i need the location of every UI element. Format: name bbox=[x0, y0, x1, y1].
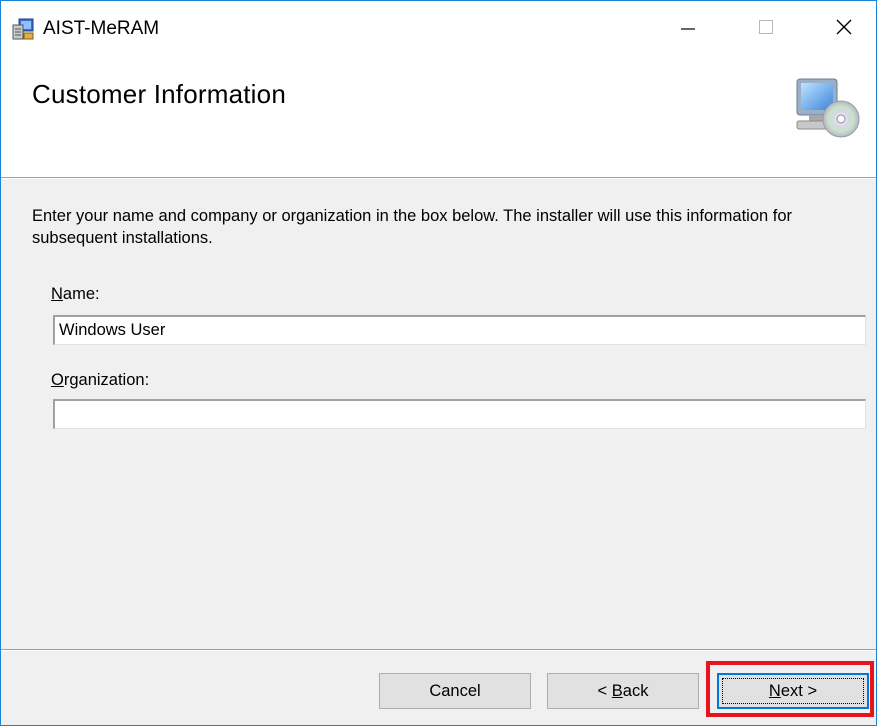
installer-window: AIST-MeRAM Customer Information Enter yo… bbox=[0, 0, 877, 726]
cancel-button[interactable]: Cancel bbox=[379, 673, 531, 709]
window-title: AIST-MeRAM bbox=[43, 18, 160, 39]
name-label-text: ame: bbox=[62, 285, 100, 303]
back-button-label: ack bbox=[622, 681, 649, 700]
cancel-button-label: Cancel bbox=[429, 681, 481, 700]
title-bar[interactable]: AIST-MeRAM bbox=[1, 1, 876, 57]
back-button-access-key: B bbox=[611, 681, 623, 700]
back-button[interactable]: < Back bbox=[547, 673, 699, 709]
maximize-icon bbox=[758, 19, 774, 40]
installer-icon bbox=[11, 17, 35, 41]
minimize-icon bbox=[680, 19, 696, 40]
close-icon bbox=[835, 18, 853, 41]
header-divider bbox=[1, 177, 876, 179]
maximize-button[interactable] bbox=[737, 1, 795, 57]
next-button-label: ext > bbox=[780, 681, 818, 700]
organization-label-text: rganization: bbox=[63, 371, 150, 389]
page-title: Customer Information bbox=[32, 79, 286, 109]
organization-field[interactable] bbox=[53, 399, 866, 429]
computer-cd-icon bbox=[791, 71, 863, 161]
back-button-prefix: < bbox=[597, 681, 612, 700]
organization-label: Organization: bbox=[51, 371, 149, 390]
next-button[interactable]: Next > bbox=[717, 673, 869, 709]
name-label: Name: bbox=[51, 285, 100, 304]
header-banner: Customer Information bbox=[1, 57, 876, 177]
next-button-access-key: N bbox=[768, 681, 781, 700]
footer-divider bbox=[1, 649, 876, 651]
name-label-access-key: N bbox=[51, 285, 63, 303]
organization-label-access-key: O bbox=[51, 371, 64, 389]
instructions-text: Enter your name and company or organizat… bbox=[32, 207, 793, 247]
name-field[interactable] bbox=[53, 315, 866, 345]
close-button[interactable] bbox=[815, 1, 873, 57]
minimize-button[interactable] bbox=[659, 1, 717, 57]
